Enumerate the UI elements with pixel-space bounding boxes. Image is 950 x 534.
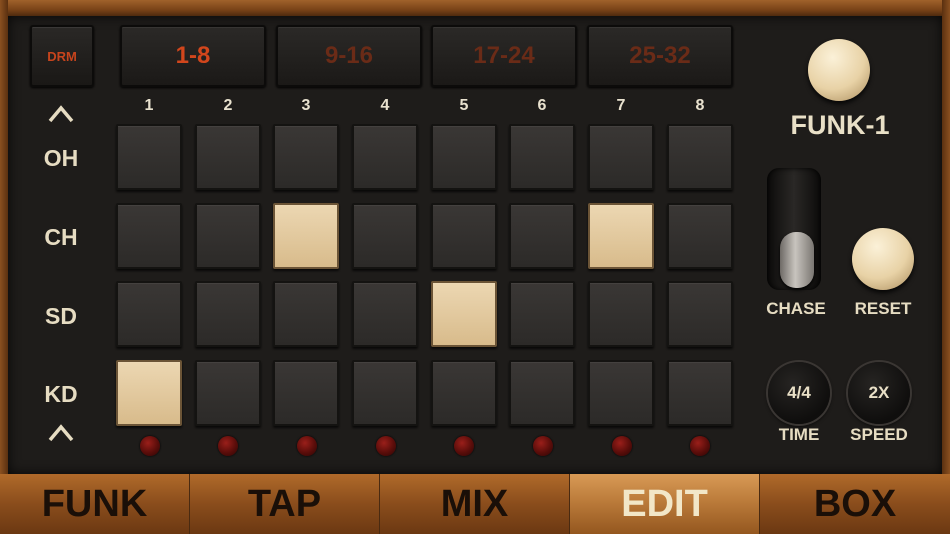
preset-name: FUNK-1 — [790, 110, 890, 140]
step-pad[interactable] — [116, 124, 182, 190]
chevron-up-icon[interactable] — [47, 104, 75, 124]
step-led — [140, 436, 160, 456]
step-pad[interactable] — [195, 124, 261, 190]
tab-funk[interactable]: FUNK — [0, 474, 190, 534]
step-pad[interactable] — [273, 360, 339, 426]
drm-button[interactable]: DRM — [30, 25, 94, 87]
row-label-kd: KD — [44, 381, 78, 407]
wood-frame-right — [942, 0, 950, 476]
step-pad[interactable] — [116, 281, 182, 347]
reset-button[interactable] — [852, 228, 914, 290]
step-pad[interactable] — [116, 203, 182, 269]
reset-label: RESET — [854, 299, 912, 318]
time-label: TIME — [778, 425, 820, 444]
step-led — [454, 436, 474, 456]
step-pad[interactable] — [352, 360, 418, 426]
step-led — [533, 436, 553, 456]
step-pad[interactable] — [352, 203, 418, 269]
preset-knob[interactable] — [808, 39, 870, 101]
row-label-sd: SD — [45, 303, 77, 329]
step-pad[interactable] — [431, 360, 497, 426]
page-tab-1-8[interactable]: 1-8 — [120, 25, 266, 87]
step-led — [297, 436, 317, 456]
step-pad[interactable] — [195, 203, 261, 269]
step-number: 2 — [223, 97, 233, 114]
step-pad[interactable] — [588, 360, 654, 426]
page-tab-25-32[interactable]: 25-32 — [587, 25, 733, 87]
step-pad[interactable] — [352, 124, 418, 190]
step-pad[interactable] — [509, 281, 575, 347]
step-pad[interactable] — [509, 124, 575, 190]
step-number: 7 — [616, 97, 626, 114]
tab-box[interactable]: BOX — [760, 474, 950, 534]
page-tab-9-16[interactable]: 9-16 — [276, 25, 422, 87]
wood-frame-top — [0, 0, 950, 16]
step-number: 5 — [459, 97, 469, 114]
chevron-up-icon[interactable] — [47, 423, 75, 443]
step-pad[interactable] — [116, 360, 182, 426]
step-pad[interactable] — [588, 203, 654, 269]
step-pad[interactable] — [588, 281, 654, 347]
page-tab-17-24[interactable]: 17-24 — [431, 25, 577, 87]
step-led — [218, 436, 238, 456]
tab-edit[interactable]: EDIT — [570, 474, 760, 534]
step-pad[interactable] — [273, 203, 339, 269]
step-pad[interactable] — [195, 281, 261, 347]
chase-label: CHASE — [766, 299, 826, 318]
step-number: 6 — [537, 97, 547, 114]
step-pad[interactable] — [588, 124, 654, 190]
speed-label: SPEED — [850, 425, 908, 444]
step-led — [690, 436, 710, 456]
step-number: 1 — [144, 97, 154, 114]
step-pad[interactable] — [509, 360, 575, 426]
step-pad[interactable] — [667, 124, 733, 190]
step-pad[interactable] — [431, 124, 497, 190]
speed-button[interactable]: 2X — [848, 362, 910, 424]
step-pad[interactable] — [273, 124, 339, 190]
step-pad[interactable] — [431, 281, 497, 347]
step-number: 4 — [380, 97, 390, 114]
row-label-oh: OH — [43, 145, 79, 171]
step-pad[interactable] — [352, 281, 418, 347]
step-pad[interactable] — [273, 281, 339, 347]
step-pad[interactable] — [667, 360, 733, 426]
step-number: 3 — [301, 97, 311, 114]
tab-mix[interactable]: MIX — [380, 474, 570, 534]
step-pad[interactable] — [195, 360, 261, 426]
step-number: 8 — [695, 97, 705, 114]
tab-tap[interactable]: TAP — [190, 474, 380, 534]
step-pad[interactable] — [667, 203, 733, 269]
step-pad[interactable] — [509, 203, 575, 269]
chase-switch[interactable] — [780, 232, 814, 288]
step-pad[interactable] — [431, 203, 497, 269]
row-label-ch: CH — [44, 224, 78, 250]
wood-frame-left — [0, 0, 8, 476]
step-pad[interactable] — [667, 281, 733, 347]
step-led — [376, 436, 396, 456]
step-led — [612, 436, 632, 456]
time-button[interactable]: 4/4 — [768, 362, 830, 424]
